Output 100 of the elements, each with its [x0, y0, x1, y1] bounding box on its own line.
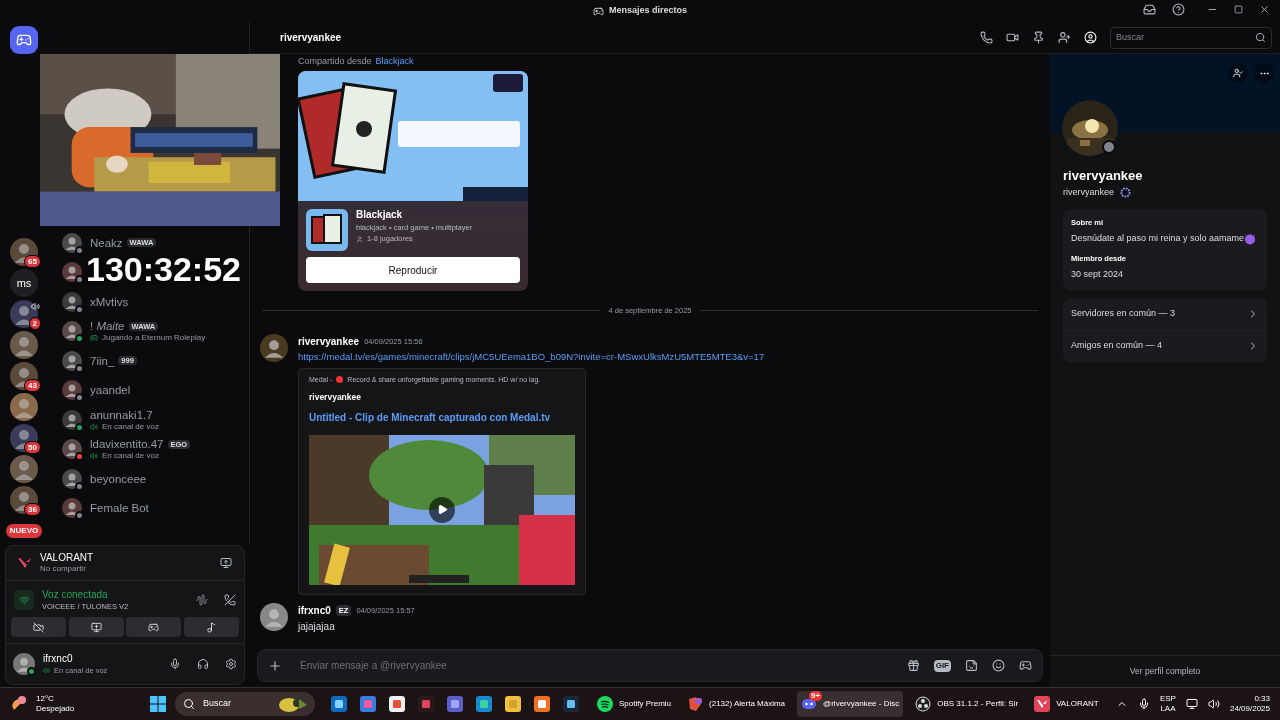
video-icon[interactable] — [1006, 31, 1019, 44]
stream-timer: 130:32:52 — [86, 252, 241, 286]
server-icon[interactable] — [10, 455, 38, 483]
activity-title: VALORANT — [40, 551, 95, 565]
full-profile-link[interactable]: Ver perfil completo — [1129, 665, 1201, 678]
mutuals-row[interactable]: Servidores en común — 3 — [1063, 297, 1267, 330]
microphone-icon[interactable] — [169, 658, 181, 670]
unread-badge: 65 — [24, 255, 41, 268]
soundboard-button[interactable] — [183, 617, 239, 637]
activity-text: En canal de voz — [102, 421, 159, 432]
play-button[interactable]: Reproducir — [306, 257, 520, 283]
call-icon[interactable] — [980, 31, 993, 44]
devil-emoji-icon — [1244, 233, 1257, 245]
home-button[interactable] — [10, 26, 38, 54]
emoji-icon[interactable] — [992, 659, 1005, 672]
weather-text: Despejado — [36, 704, 75, 714]
speaker-icon — [90, 452, 98, 461]
camera-off-icon — [33, 621, 44, 633]
dm-item[interactable]: Female Bot — [58, 493, 249, 523]
taskbar-app[interactable]: OBS 31.1.2 - Perfil: Sir — [911, 691, 1023, 717]
friend-button[interactable] — [1228, 63, 1248, 83]
message-placeholder: Enviar mensaje a @rivervyankee — [300, 659, 448, 673]
play-button[interactable] — [429, 496, 455, 523]
window-title: Mensajes directos — [608, 4, 687, 18]
gif-button[interactable]: GIF — [933, 659, 951, 672]
source-link[interactable]: Blackjack — [375, 55, 414, 69]
taskbar-app[interactable]: Spotify Premiu — [593, 691, 676, 717]
microphone-icon[interactable] — [1137, 698, 1150, 710]
embed-title-link[interactable]: Untitled - Clip de Minecraft capturado con Medal.tv — [309, 409, 575, 425]
disconnect-icon[interactable] — [224, 594, 236, 607]
message-text: jajajajaa — [298, 619, 336, 634]
gift-icon[interactable] — [906, 659, 920, 672]
mail-app-icon[interactable] — [331, 696, 347, 712]
avatar — [62, 409, 82, 430]
recording-app-icon — [915, 696, 932, 712]
pin-icon[interactable] — [1032, 31, 1045, 44]
launcher-app-icon[interactable] — [534, 696, 550, 712]
volume-icon[interactable] — [1207, 698, 1220, 710]
author-name[interactable]: rivervyankee — [298, 334, 360, 350]
embed-author: rivervyankee — [309, 391, 362, 404]
display-name: rivervyankee — [1063, 167, 1144, 185]
dm-name: yaandel — [90, 383, 131, 398]
keyboard-layout[interactable]: LAA — [1160, 704, 1176, 714]
dm-item[interactable]: beyonceee — [58, 464, 249, 494]
camera-button[interactable] — [11, 617, 66, 637]
maximize-icon[interactable] — [1234, 5, 1243, 14]
noise-suppression-icon[interactable] — [196, 594, 208, 607]
edge-browser-icon[interactable] — [476, 696, 492, 712]
steam-app-icon[interactable] — [563, 696, 579, 712]
activity-button[interactable] — [126, 617, 182, 637]
connection-icon-box — [14, 590, 34, 611]
search-field[interactable]: Buscar — [1110, 26, 1272, 49]
server-icon[interactable] — [10, 300, 38, 328]
headphones-icon[interactable] — [197, 658, 209, 670]
about-text: Desnúdate al paso mi reina y solo aamame — [1071, 232, 1245, 246]
clock-time[interactable]: 0:33 — [1254, 694, 1270, 704]
user-name: ifrxnc0 — [43, 653, 74, 666]
dm-item[interactable]: anunnaki1.7 En canal de voz — [58, 405, 249, 435]
server-icon[interactable] — [10, 393, 38, 421]
temperature: 12°C — [36, 694, 55, 704]
author-name[interactable]: ifrxnc0 — [298, 602, 331, 618]
store-app-icon[interactable] — [389, 696, 405, 712]
new-badge[interactable]: NUEVO — [5, 524, 43, 538]
user-profile-icon[interactable] — [1084, 31, 1097, 44]
network-icon[interactable] — [1185, 698, 1198, 710]
sticker-icon[interactable] — [965, 659, 978, 672]
close-icon[interactable] — [1259, 4, 1270, 15]
server-icon[interactable]: ms — [10, 269, 38, 297]
taskbar-app[interactable]: @rivervyankee - Disc 9+ — [797, 691, 904, 717]
dm-item[interactable]: yaandel — [58, 375, 249, 405]
add-icon[interactable] — [268, 658, 282, 673]
game-launcher-icon[interactable] — [418, 696, 434, 712]
message-composer[interactable]: Enviar mensaje a @rivervyankee GIF — [257, 649, 1043, 682]
badge-icon — [1120, 186, 1132, 198]
add-friend-icon[interactable] — [1058, 31, 1071, 44]
server-icon[interactable] — [10, 331, 38, 359]
inbox-icon[interactable] — [1143, 3, 1156, 16]
windows-start-icon[interactable] — [150, 696, 166, 712]
avatar — [62, 380, 82, 401]
stream-icon[interactable] — [220, 557, 232, 570]
gamepad-icon[interactable] — [1019, 659, 1032, 672]
language-code[interactable]: ESP — [1159, 694, 1176, 704]
dm-name: Neakz — [90, 235, 123, 250]
channel-title: rivervyankee — [280, 31, 343, 45]
unread-badge: 43 — [24, 379, 41, 392]
taskbar-search[interactable]: Buscar — [175, 692, 315, 716]
play-icon — [436, 504, 448, 516]
speaker-icon — [90, 422, 98, 431]
message-link[interactable]: https://medal.tv/es/games/minecraft/clips/jMC5UEema1BO_b09N?invite=cr-MSwxUlksMzU5MTE5MTE3&v=17 — [298, 350, 765, 365]
settings-icon[interactable] — [225, 658, 237, 670]
clock-date[interactable]: 24/09/2025 — [1229, 704, 1270, 714]
help-icon[interactable] — [1172, 3, 1185, 16]
mutuals-row[interactable]: Amigos en común — 4 — [1063, 329, 1267, 362]
screen-share-button[interactable] — [68, 617, 124, 637]
search-icon — [1255, 32, 1266, 43]
taskbar-app[interactable]: VALORANT — [1030, 691, 1103, 717]
activity-text: Jugando a Eternum Roleplay — [102, 333, 206, 344]
teams-app-icon[interactable] — [447, 696, 463, 712]
dm-item[interactable]: xMvtivs — [58, 287, 249, 317]
taskbar-app[interactable]: (2132) Alerta Máxima — [683, 691, 790, 717]
